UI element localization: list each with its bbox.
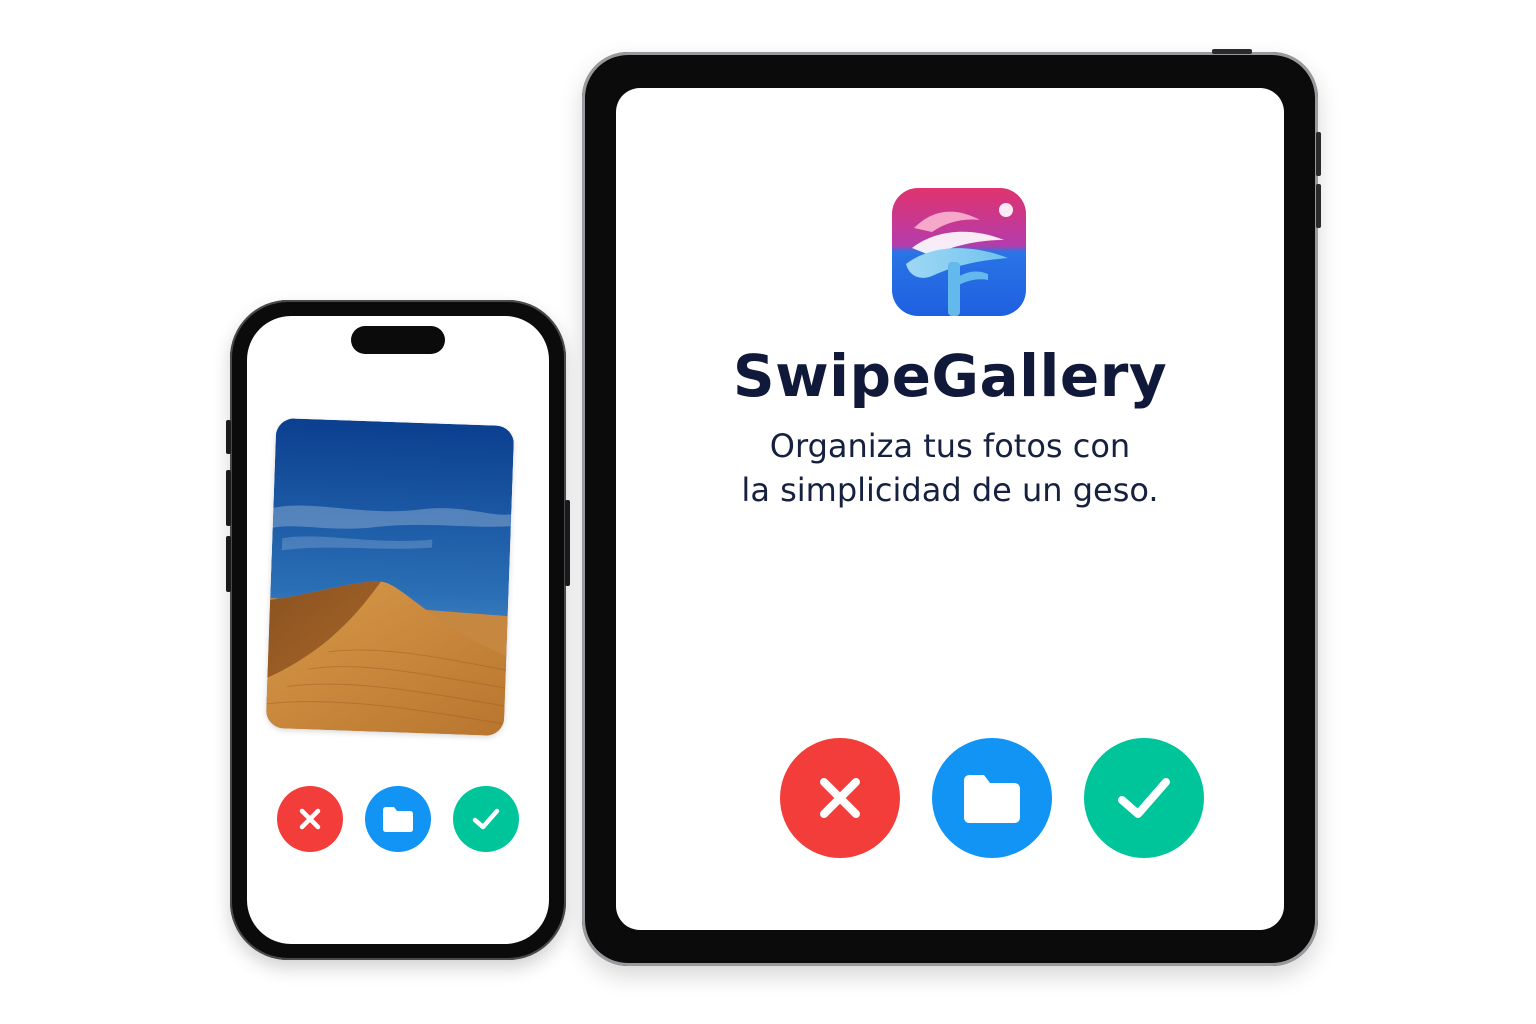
app-tagline-line-1: Organiza tus fotos con [769,427,1131,465]
phone-discard-button[interactable] [277,786,343,852]
phone-volume-up [226,470,231,526]
tablet-top-button [1212,49,1252,54]
close-icon [820,778,860,818]
close-icon [299,808,321,830]
desert-dune-photo [265,417,515,737]
phone-folder-button[interactable] [365,786,431,852]
photo-card[interactable] [265,417,515,737]
phone-side-button [226,420,231,454]
tablet-folder-button[interactable] [932,738,1052,858]
tablet-volume-up [1316,132,1321,176]
app-logo-icon [892,188,1026,316]
tablet-action-bar [616,738,1284,868]
phone-device [226,300,570,960]
tablet-screen: SwipeGallery Organiza tus fotos con la s… [616,88,1284,930]
app-title: SwipeGallery [732,342,1168,410]
folder-icon [383,807,413,832]
phone-volume-down [226,536,231,592]
check-icon [1118,778,1170,818]
dynamic-island [351,326,445,354]
phone-screen [247,316,549,944]
tablet-device: SwipeGallery Organiza tus fotos con la s… [582,49,1321,966]
tablet-volume-down [1316,184,1321,228]
tablet-keep-button[interactable] [1084,738,1204,858]
folder-icon [964,775,1020,823]
app-tagline-line-2: la simplicidad de un geso. [741,471,1159,509]
phone-keep-button[interactable] [453,786,519,852]
phone-action-bar [247,786,549,856]
device-mockup-stage: SwipeGallery Organiza tus fotos con la s… [0,0,1536,1024]
app-tagline: Organiza tus fotos con la simplicidad de… [696,424,1204,512]
tablet-discard-button[interactable] [780,738,900,858]
check-icon [472,808,500,830]
phone-power-button [565,500,570,586]
